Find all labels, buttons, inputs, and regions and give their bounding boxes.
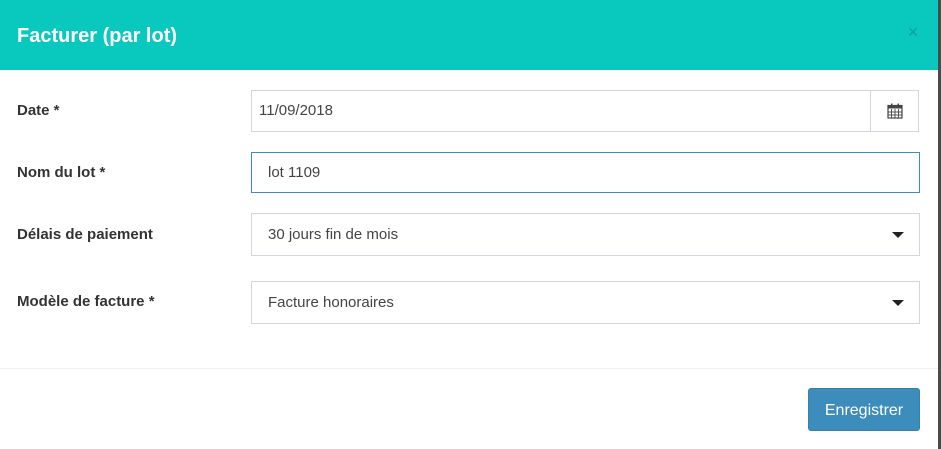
invoice-template-row: Modèle de facture * Facture honoraires xyxy=(0,281,938,324)
payment-terms-label: Délais de paiement xyxy=(17,226,153,243)
chevron-down-icon xyxy=(892,232,904,238)
batch-name-label: Nom du lot * xyxy=(17,164,106,181)
date-picker-button[interactable] xyxy=(870,90,919,132)
close-icon[interactable]: × xyxy=(906,22,920,42)
batch-name-input[interactable]: lot 1109 xyxy=(251,152,920,193)
date-row: Date * 11/09/2018 xyxy=(0,90,938,132)
invoice-template-label: Modèle de facture * xyxy=(17,293,155,310)
payment-terms-value: 30 jours fin de mois xyxy=(268,226,399,243)
batch-name-row: Nom du lot * lot 1109 xyxy=(0,152,938,193)
payment-terms-select[interactable]: 30 jours fin de mois xyxy=(251,213,920,256)
date-picker: 11/09/2018 xyxy=(251,90,919,132)
payment-terms-row: Délais de paiement 30 jours fin de mois xyxy=(0,213,938,256)
date-value: 11/09/2018 xyxy=(259,102,333,119)
modal-header: Facturer (par lot) × xyxy=(0,0,938,70)
invoice-template-value: Facture honoraires xyxy=(268,294,394,311)
date-label: Date * xyxy=(17,102,60,119)
date-input[interactable]: 11/09/2018 xyxy=(251,90,871,132)
calendar-icon xyxy=(887,103,903,119)
invoice-template-select[interactable]: Facture honoraires xyxy=(251,281,920,324)
invoice-batch-modal: Facturer (par lot) × Date * 11/09/2018 N… xyxy=(0,0,938,449)
batch-name-value: lot 1109 xyxy=(268,164,321,181)
footer-divider xyxy=(0,368,938,369)
save-button[interactable]: Enregistrer xyxy=(808,388,920,431)
modal-title: Facturer (par lot) xyxy=(17,25,178,47)
chevron-down-icon xyxy=(892,300,904,306)
